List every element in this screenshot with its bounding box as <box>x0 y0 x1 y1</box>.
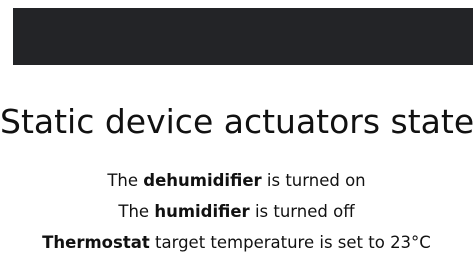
device-name: dehumidifier <box>143 171 262 190</box>
status-suffix: is turned off <box>249 202 355 221</box>
status-suffix: is turned on <box>261 171 366 190</box>
status-suffix: target temperature is set to 23°C <box>149 233 431 252</box>
dehumidifier-status: The dehumidifier is turned on <box>0 171 473 191</box>
page-title: Static device actuators state: <box>0 102 473 141</box>
device-name: Thermostat <box>42 233 150 252</box>
top-navbar <box>13 8 473 65</box>
humidifier-status: The humidifier is turned off <box>0 202 473 222</box>
status-prefix: The <box>107 171 144 190</box>
status-prefix: The <box>118 202 155 221</box>
device-name: humidifier <box>154 202 250 221</box>
thermostat-status: Thermostat target temperature is set to … <box>0 233 473 253</box>
